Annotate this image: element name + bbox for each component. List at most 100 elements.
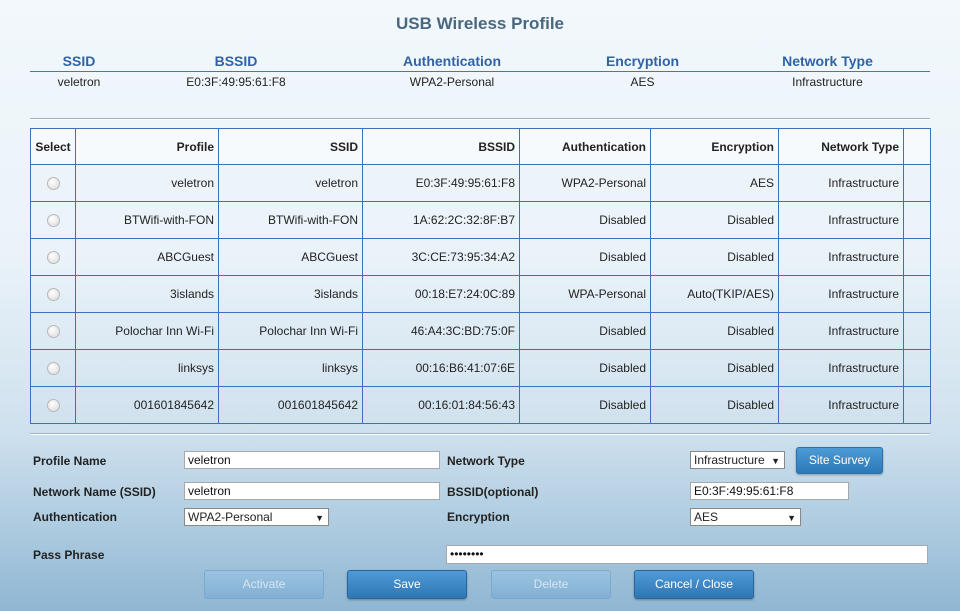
save-button[interactable]: Save xyxy=(347,570,467,599)
current-connection-header: SSID BSSID Authentication Encryption Net… xyxy=(30,52,930,72)
row-profile: ABCGuest xyxy=(75,238,219,276)
current-bssid: E0:3F:49:95:61:F8 xyxy=(186,75,286,89)
row-authentication: Disabled xyxy=(519,238,651,276)
table-row[interactable]: Polochar Inn Wi-Fi Polochar Inn Wi-Fi 46… xyxy=(30,312,931,350)
row-radio-button[interactable] xyxy=(46,362,60,376)
row-profile: veletron xyxy=(75,164,219,202)
row-bssid: 3C:CE:73:95:34:A2 xyxy=(362,238,520,276)
table-row[interactable]: 001601845642 001601845642 00:16:01:84:56… xyxy=(30,386,931,424)
table-row[interactable]: veletron veletron E0:3F:49:95:61:F8 WPA2… xyxy=(30,164,931,202)
row-network-type: Infrastructure xyxy=(778,164,904,202)
col-authentication: Authentication xyxy=(519,128,651,165)
authentication-label: Authentication xyxy=(33,510,117,524)
table-row[interactable]: ABCGuest ABCGuest 3C:CE:73:95:34:A2 Disa… xyxy=(30,238,931,276)
row-select-cell[interactable] xyxy=(30,275,76,313)
row-ssid: 3islands xyxy=(218,275,363,313)
row-select-cell[interactable] xyxy=(30,238,76,276)
col-spacer xyxy=(903,128,931,165)
row-spacer xyxy=(903,201,931,239)
row-radio-button[interactable] xyxy=(46,214,60,228)
row-ssid: veletron xyxy=(218,164,363,202)
current-authentication-header: Authentication xyxy=(403,53,501,69)
row-ssid: BTWifi-with-FON xyxy=(218,201,363,239)
chevron-down-icon: ▼ xyxy=(771,456,780,466)
bssid-input[interactable]: E0:3F:49:95:61:F8 xyxy=(690,482,849,500)
table-header-row: Select Profile SSID BSSID Authentication… xyxy=(30,128,931,165)
row-network-type: Infrastructure xyxy=(778,275,904,313)
site-survey-table: Select Profile SSID BSSID Authentication… xyxy=(30,128,931,424)
row-ssid: 001601845642 xyxy=(218,386,363,424)
divider xyxy=(30,433,930,435)
current-ssid: veletron xyxy=(57,75,101,89)
row-ssid: Polochar Inn Wi-Fi xyxy=(218,312,363,350)
row-authentication: WPA2-Personal xyxy=(519,164,651,202)
network-name-input[interactable]: veletron xyxy=(184,482,440,500)
row-radio-button[interactable] xyxy=(46,251,60,265)
col-ssid: SSID xyxy=(218,128,363,165)
table-row[interactable]: BTWifi-with-FON BTWifi-with-FON 1A:62:2C… xyxy=(30,201,931,239)
authentication-selected: WPA2-Personal xyxy=(188,510,273,524)
current-network-type: Infrastructure xyxy=(792,75,863,89)
row-encryption: AES xyxy=(650,164,779,202)
encryption-select[interactable]: AES ▼ xyxy=(690,508,801,526)
row-spacer xyxy=(903,275,931,313)
current-encryption: AES xyxy=(630,75,655,89)
row-spacer xyxy=(903,164,931,202)
row-profile: Polochar Inn Wi-Fi xyxy=(75,312,219,350)
col-network-type: Network Type xyxy=(778,128,904,165)
network-type-label: Network Type xyxy=(447,454,525,468)
row-select-cell[interactable] xyxy=(30,164,76,202)
row-network-type: Infrastructure xyxy=(778,201,904,239)
profile-name-label: Profile Name xyxy=(33,454,107,468)
pass-phrase-label: Pass Phrase xyxy=(33,548,105,562)
row-encryption: Disabled xyxy=(650,201,779,239)
cancel-close-button[interactable]: Cancel / Close xyxy=(634,570,754,599)
table-row[interactable]: linksys linksys 00:16:B6:41:07:6E Disabl… xyxy=(30,349,931,387)
page-title: USB Wireless Profile xyxy=(395,14,565,33)
row-network-type: Infrastructure xyxy=(778,386,904,424)
current-bssid-header: BSSID xyxy=(214,53,258,69)
chevron-down-icon: ▼ xyxy=(315,513,324,523)
current-encryption-header: Encryption xyxy=(605,53,680,69)
row-spacer xyxy=(903,238,931,276)
row-profile: 3islands xyxy=(75,275,219,313)
chevron-down-icon: ▼ xyxy=(787,513,796,523)
row-select-cell[interactable] xyxy=(30,386,76,424)
pass-phrase-input[interactable]: •••••••• xyxy=(446,545,928,564)
row-profile: 001601845642 xyxy=(75,386,219,424)
activate-button[interactable]: Activate xyxy=(204,570,324,599)
row-encryption: Disabled xyxy=(650,238,779,276)
current-authentication: WPA2-Personal xyxy=(409,75,495,89)
divider xyxy=(30,118,930,120)
current-connection-row: veletron E0:3F:49:95:61:F8 WPA2-Personal… xyxy=(30,74,930,90)
col-bssid: BSSID xyxy=(362,128,520,165)
row-radio-button[interactable] xyxy=(46,177,60,191)
bssid-label: BSSID(optional) xyxy=(447,485,539,499)
row-radio-button[interactable] xyxy=(46,399,60,413)
row-radio-button[interactable] xyxy=(46,288,60,302)
current-ssid-header: SSID xyxy=(62,53,96,69)
profile-name-input[interactable]: veletron xyxy=(184,451,440,469)
row-radio-button[interactable] xyxy=(46,325,60,339)
network-type-select[interactable]: Infrastructure ▼ xyxy=(690,451,785,469)
row-bssid: 1A:62:2C:32:8F:B7 xyxy=(362,201,520,239)
row-select-cell[interactable] xyxy=(30,349,76,387)
row-select-cell[interactable] xyxy=(30,201,76,239)
site-survey-button[interactable]: Site Survey xyxy=(796,447,883,474)
row-authentication: Disabled xyxy=(519,312,651,350)
row-ssid: linksys xyxy=(218,349,363,387)
row-network-type: Infrastructure xyxy=(778,349,904,387)
row-ssid: ABCGuest xyxy=(218,238,363,276)
delete-button[interactable]: Delete xyxy=(491,570,611,599)
authentication-select[interactable]: WPA2-Personal ▼ xyxy=(184,508,329,526)
row-spacer xyxy=(903,386,931,424)
col-select: Select xyxy=(30,128,76,165)
row-profile: linksys xyxy=(75,349,219,387)
table-row[interactable]: 3islands 3islands 00:18:E7:24:0C:89 WPA-… xyxy=(30,275,931,313)
network-name-label: Network Name (SSID) xyxy=(33,485,156,499)
row-bssid: 00:16:01:84:56:43 xyxy=(362,386,520,424)
current-network-type-header: Network Type xyxy=(782,53,873,69)
encryption-selected: AES xyxy=(694,510,719,524)
row-authentication: Disabled xyxy=(519,201,651,239)
row-select-cell[interactable] xyxy=(30,312,76,350)
